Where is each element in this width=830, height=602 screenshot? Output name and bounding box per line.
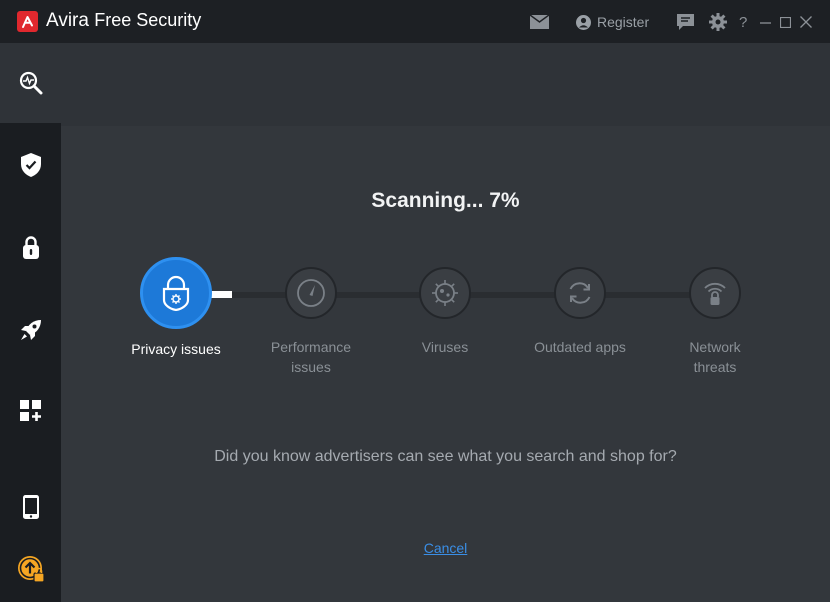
step-label: Network threats xyxy=(689,339,741,375)
maximize-icon[interactable] xyxy=(780,11,791,33)
tip-text: Did you know advertisers can see what yo… xyxy=(214,448,677,465)
sidebar-item-scan[interactable] xyxy=(0,43,61,123)
mail-icon[interactable] xyxy=(530,11,549,33)
step-privacy-issues: Privacy issues xyxy=(106,257,246,359)
step-label: Outdated apps xyxy=(534,339,626,355)
step-viruses: Viruses xyxy=(375,267,515,357)
step-performance-issues: Performance issues xyxy=(241,267,381,377)
title-bar: Avira Free Security Register ? xyxy=(0,0,830,43)
step-outdated-apps: Outdated apps xyxy=(510,267,650,357)
app-title: Avira Free Security xyxy=(46,10,201,32)
step-label: Privacy issues xyxy=(131,341,221,357)
sidebar-item-performance[interactable] xyxy=(0,290,61,370)
close-icon[interactable] xyxy=(800,11,812,33)
avira-logo-icon xyxy=(17,11,38,32)
sidebar-item-apps[interactable] xyxy=(0,371,61,451)
scan-icon xyxy=(19,71,42,95)
step-network-threats: Network threats xyxy=(645,267,785,377)
wifi-lock-icon xyxy=(689,267,741,319)
sidebar-item-privacy[interactable] xyxy=(0,208,61,288)
help-icon[interactable]: ? xyxy=(739,11,747,33)
register-label: Register xyxy=(597,14,650,30)
scan-status-title: Scanning... 7% xyxy=(371,189,520,212)
virus-icon xyxy=(419,267,471,319)
user-icon xyxy=(576,14,591,30)
sidebar-item-upgrade[interactable] xyxy=(0,529,61,602)
privacy-lock-icon xyxy=(140,257,212,329)
refresh-icon xyxy=(554,267,606,319)
app-brand: Avira xyxy=(46,10,89,31)
feedback-icon[interactable] xyxy=(677,11,694,33)
upgrade-icon xyxy=(17,556,45,583)
lock-icon xyxy=(22,236,39,259)
rocket-icon xyxy=(20,320,41,340)
gear-icon[interactable] xyxy=(709,11,727,33)
minimize-icon[interactable] xyxy=(760,11,771,33)
main-panel: Scanning... 7% Privacy issues Performanc… xyxy=(61,43,830,602)
app-product: Free Security xyxy=(94,10,202,30)
step-label: Viruses xyxy=(421,339,469,355)
speedometer-icon xyxy=(285,267,337,319)
phone-icon xyxy=(22,495,39,519)
cancel-link[interactable]: Cancel xyxy=(424,540,468,556)
shield-icon xyxy=(20,153,41,177)
sidebar-item-protection[interactable] xyxy=(0,125,61,205)
step-label: Performance issues xyxy=(270,339,352,375)
sidebar xyxy=(0,43,61,602)
register-button[interactable]: Register xyxy=(576,11,649,33)
apps-plus-icon xyxy=(19,400,41,421)
